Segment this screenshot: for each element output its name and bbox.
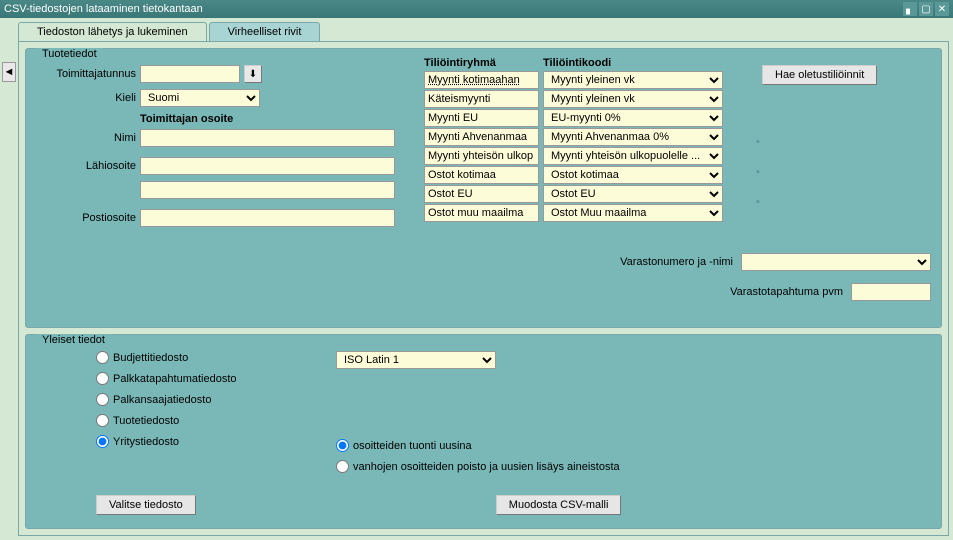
back-arrow-button[interactable]: ◄: [2, 62, 16, 82]
supplier-label: Toimittajatunnus: [36, 68, 136, 80]
file-type-radio[interactable]: Palkansaajatiedosto: [96, 393, 336, 406]
minimize-icon[interactable]: ▖: [903, 2, 917, 16]
default-accounts-button[interactable]: Hae oletustiliöinnit: [762, 65, 877, 85]
file-type-label: Tuotetiedosto: [113, 415, 179, 427]
account-code-select[interactable]: Ostot EU: [543, 185, 723, 203]
addr-replace-radio[interactable]: vanhojen osoitteiden poisto ja uusien li…: [336, 460, 676, 473]
street-label: Lähiosoite: [36, 160, 136, 172]
address-heading: Toimittajan osoite: [140, 113, 416, 125]
file-type-radio[interactable]: Yritystiedosto: [96, 435, 336, 448]
file-type-radio[interactable]: Palkkatapahtumatiedosto: [96, 372, 336, 385]
file-type-radio[interactable]: Tuotetiedosto: [96, 414, 336, 427]
code-header: Tiliöintikoodi: [543, 57, 611, 69]
addr-option1-label: osoitteiden tuonti uusina: [353, 440, 472, 452]
maximize-icon[interactable]: ▢: [919, 2, 933, 16]
supplier-input[interactable]: [140, 65, 240, 83]
encoding-select[interactable]: ISO Latin 1: [336, 351, 496, 369]
group-header: Tiliöintiryhmä: [424, 57, 539, 69]
account-code-select[interactable]: Myynti yleinen vk: [543, 90, 723, 108]
account-group-input[interactable]: [424, 109, 539, 127]
name-input[interactable]: [140, 129, 395, 147]
account-group-input[interactable]: [424, 204, 539, 222]
file-type-label: Budjettitiedosto: [113, 352, 188, 364]
make-csv-button[interactable]: Muodosta CSV-malli: [496, 495, 622, 515]
postal-label: Postiosoite: [36, 212, 136, 224]
street-input[interactable]: [140, 157, 395, 175]
tab-send-read[interactable]: Tiedoston lähetys ja lukeminen: [18, 22, 207, 41]
street-input-2[interactable]: [140, 181, 395, 199]
account-group-input[interactable]: [424, 71, 539, 89]
language-label: Kieli: [36, 92, 136, 104]
postal-input[interactable]: [140, 209, 395, 227]
account-code-select[interactable]: Myynti yhteisön ulkopuolelle ...: [543, 147, 723, 165]
account-code-select[interactable]: Ostot kotimaa: [543, 166, 723, 184]
file-type-radio[interactable]: Budjettitiedosto: [96, 351, 336, 364]
general-legend: Yleiset tiedot: [36, 334, 111, 346]
account-group-input[interactable]: [424, 185, 539, 203]
account-group-input[interactable]: [424, 147, 539, 165]
stock-date-input[interactable]: [851, 283, 931, 301]
account-row: Myynti yleinen vk: [424, 71, 754, 89]
account-group-input[interactable]: [424, 90, 539, 108]
account-row: Ostot kotimaa: [424, 166, 754, 184]
account-code-select[interactable]: EU-myynti 0%: [543, 109, 723, 127]
account-row: Ostot EU: [424, 185, 754, 203]
product-legend: Tuotetiedot: [36, 48, 103, 60]
name-label: Nimi: [36, 132, 136, 144]
account-group-input[interactable]: [424, 128, 539, 146]
addr-import-new-radio[interactable]: osoitteiden tuonti uusina: [336, 439, 676, 452]
warehouse-select[interactable]: [741, 253, 931, 271]
account-row: Ostot Muu maailma: [424, 204, 754, 222]
download-icon[interactable]: ⬇: [244, 65, 262, 83]
warehouse-label: Varastonumero ja -nimi: [620, 256, 733, 268]
language-select[interactable]: Suomi: [140, 89, 260, 107]
account-row: Myynti yleinen vk: [424, 90, 754, 108]
choose-file-button[interactable]: Valitse tiedosto: [96, 495, 196, 515]
file-type-label: Palkansaajatiedosto: [113, 394, 211, 406]
account-group-input[interactable]: [424, 166, 539, 184]
file-type-label: Yritystiedosto: [113, 436, 179, 448]
account-code-select[interactable]: Myynti Ahvenanmaa 0%: [543, 128, 723, 146]
tab-error-rows[interactable]: Virheelliset rivit: [209, 22, 321, 41]
addr-option2-label: vanhojen osoitteiden poisto ja uusien li…: [353, 461, 620, 473]
account-row: EU-myynti 0%: [424, 109, 754, 127]
scroll-indicator: ▪▪▪: [756, 127, 764, 217]
stock-date-label: Varastotapahtuma pvm: [730, 286, 843, 298]
file-type-label: Palkkatapahtumatiedosto: [113, 373, 237, 385]
account-row: Myynti yhteisön ulkopuolelle ...: [424, 147, 754, 165]
close-icon[interactable]: ✕: [935, 2, 949, 16]
account-code-select[interactable]: Ostot Muu maailma: [543, 204, 723, 222]
window-title: CSV-tiedostojen lataaminen tietokantaan: [4, 3, 203, 15]
account-row: Myynti Ahvenanmaa 0%: [424, 128, 754, 146]
account-code-select[interactable]: Myynti yleinen vk: [543, 71, 723, 89]
